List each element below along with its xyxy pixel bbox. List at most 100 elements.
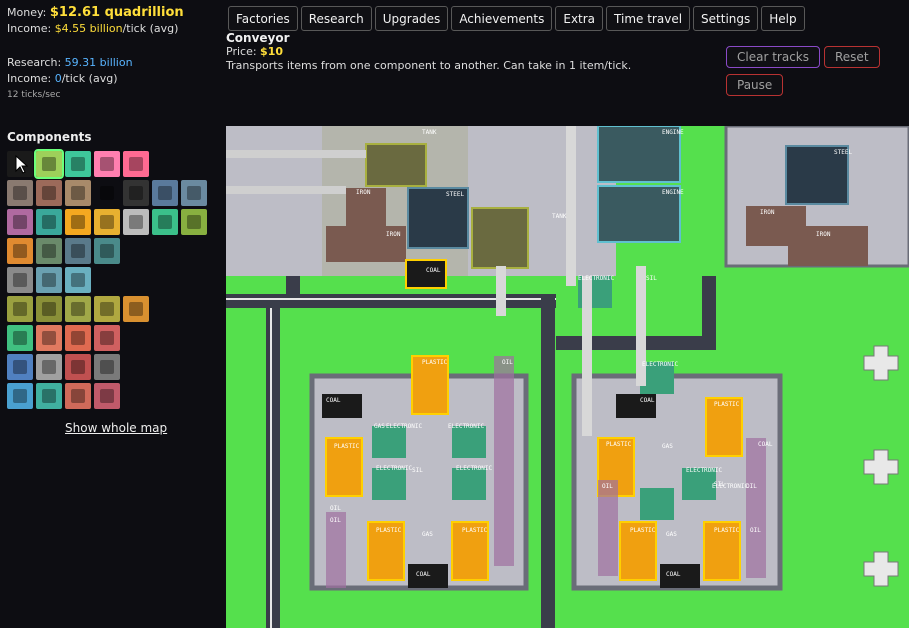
satellite-icon[interactable] <box>65 267 91 293</box>
menu-settings-button[interactable]: Settings <box>693 6 759 31</box>
steel-plant-icon[interactable] <box>152 180 178 206</box>
income-value: $4.55 billion <box>54 22 123 35</box>
plastic-factory-icon[interactable] <box>65 209 91 235</box>
rocket-icon[interactable] <box>36 267 62 293</box>
map-label: ELECTRONIC <box>578 275 615 282</box>
meter-icon[interactable] <box>36 354 62 380</box>
iron-factory-icon[interactable] <box>36 180 62 206</box>
silicon-icon[interactable] <box>123 209 149 235</box>
map-label: PLASTIC <box>462 527 488 534</box>
menu-upgrades-button[interactable]: Upgrades <box>374 6 449 31</box>
map-label: ENGINE <box>662 189 684 196</box>
conveyor-icon[interactable] <box>34 149 64 179</box>
tick-rate: 12 ticks/sec <box>7 90 61 100</box>
crusher-icon[interactable] <box>94 325 120 351</box>
seller-icon[interactable] <box>123 151 149 177</box>
engine-icon[interactable] <box>7 238 33 264</box>
palette-row <box>7 180 207 206</box>
income-label: Income: <box>7 22 52 35</box>
map-label: COAL <box>758 441 773 448</box>
steel-foundry-icon[interactable] <box>181 180 207 206</box>
map-label: PLASTIC <box>376 527 402 534</box>
server-icon[interactable] <box>94 354 120 380</box>
lab-icon[interactable] <box>7 267 33 293</box>
menu-help-button[interactable]: Help <box>761 6 805 31</box>
gas-plant-icon[interactable] <box>36 209 62 235</box>
battery-icon[interactable] <box>7 354 33 380</box>
map-label: IRON <box>760 209 775 216</box>
barrel-icon[interactable] <box>123 296 149 322</box>
menu-time-travel-button[interactable]: Time travel <box>606 6 691 31</box>
map-label: GAS <box>422 531 433 538</box>
menu-achievements-button[interactable]: Achievements <box>451 6 553 31</box>
buyer-icon[interactable] <box>94 151 120 177</box>
reset-button[interactable]: Reset <box>824 46 880 68</box>
stats-panel: Money: $12.61 quadrillion Income: $4.55 … <box>7 5 222 103</box>
map-label: SIL <box>412 467 423 474</box>
component-name: Conveyor <box>226 31 290 45</box>
generator-icon[interactable] <box>94 238 120 264</box>
map-label: ELECTRONIC <box>686 467 723 474</box>
research-income-value: 0 <box>54 72 62 85</box>
map-label: PLASTIC <box>606 441 632 448</box>
drill-icon[interactable] <box>36 325 62 351</box>
map-label: SIL <box>714 481 725 488</box>
game-map[interactable]: TANK ENGINE ENGINE STEEL STEEL COAL IRON IRON IR… <box>226 126 909 628</box>
research-income-label: Income: <box>7 72 52 85</box>
map-label: IRON <box>816 231 831 238</box>
map-label: COAL <box>666 571 681 578</box>
palette-row <box>7 149 207 179</box>
monitor-icon[interactable] <box>36 383 62 409</box>
map-label: COAL <box>426 267 441 274</box>
map-label: OIL <box>750 527 761 534</box>
screen-icon[interactable] <box>7 383 33 409</box>
sorter-icon[interactable] <box>65 151 91 177</box>
menu-extra-button[interactable]: Extra <box>555 6 604 31</box>
cursor-icon[interactable] <box>7 151 33 177</box>
turbine-icon[interactable] <box>65 238 91 264</box>
tank-icon[interactable] <box>7 296 33 322</box>
armor-icon[interactable] <box>36 296 62 322</box>
empty <box>94 180 120 206</box>
computer-icon[interactable] <box>65 354 91 380</box>
pause-button[interactable]: Pause <box>726 74 784 96</box>
show-whole-map-link[interactable]: Show whole map <box>65 421 167 435</box>
map-label: COAL <box>326 397 341 404</box>
map-label: ELECTRONIC <box>642 361 679 368</box>
palette-row <box>7 209 207 235</box>
cannon-icon[interactable] <box>65 296 91 322</box>
component-palette <box>7 149 207 412</box>
map-label: STEEL <box>834 149 852 156</box>
heater-icon[interactable] <box>65 325 91 351</box>
map-label: COAL <box>640 397 655 404</box>
pipe-icon[interactable] <box>36 238 62 264</box>
map-label: OIL <box>746 483 757 490</box>
plastic-press-icon[interactable] <box>94 209 120 235</box>
clear-tracks-button[interactable]: Clear tracks <box>726 46 820 68</box>
tank-factory-icon[interactable] <box>94 296 120 322</box>
coal-mine-icon[interactable] <box>123 180 149 206</box>
menu-factories-button[interactable]: Factories <box>228 6 298 31</box>
research-value: 59.31 billion <box>64 56 133 69</box>
iron-mine-icon[interactable] <box>7 180 33 206</box>
map-label: PLASTIC <box>714 527 740 534</box>
electronics-icon[interactable] <box>152 209 178 235</box>
income-unit: /tick (avg) <box>122 22 179 35</box>
map-canvas[interactable]: TANK ENGINE ENGINE STEEL STEEL COAL IRON IRON IR… <box>226 126 909 628</box>
circuit-icon[interactable] <box>181 209 207 235</box>
menu-research-button[interactable]: Research <box>300 6 372 31</box>
price-value: $10 <box>260 45 284 58</box>
greenhouse-icon[interactable] <box>7 325 33 351</box>
map-label: STEEL <box>446 191 464 198</box>
terminal-icon[interactable] <box>65 383 91 409</box>
oil-pump-icon[interactable] <box>7 209 33 235</box>
component-info: Conveyor Price: $10 Transports items fro… <box>226 31 631 73</box>
map-label: PLASTIC <box>334 443 360 450</box>
palette-row <box>7 238 207 264</box>
console-icon[interactable] <box>94 383 120 409</box>
money-label: Money: <box>7 6 47 19</box>
zoom-out-icon <box>863 449 899 485</box>
map-controls[interactable] <box>863 345 899 587</box>
map-label: SIL <box>646 275 657 282</box>
iron-furnace-icon[interactable] <box>65 180 91 206</box>
